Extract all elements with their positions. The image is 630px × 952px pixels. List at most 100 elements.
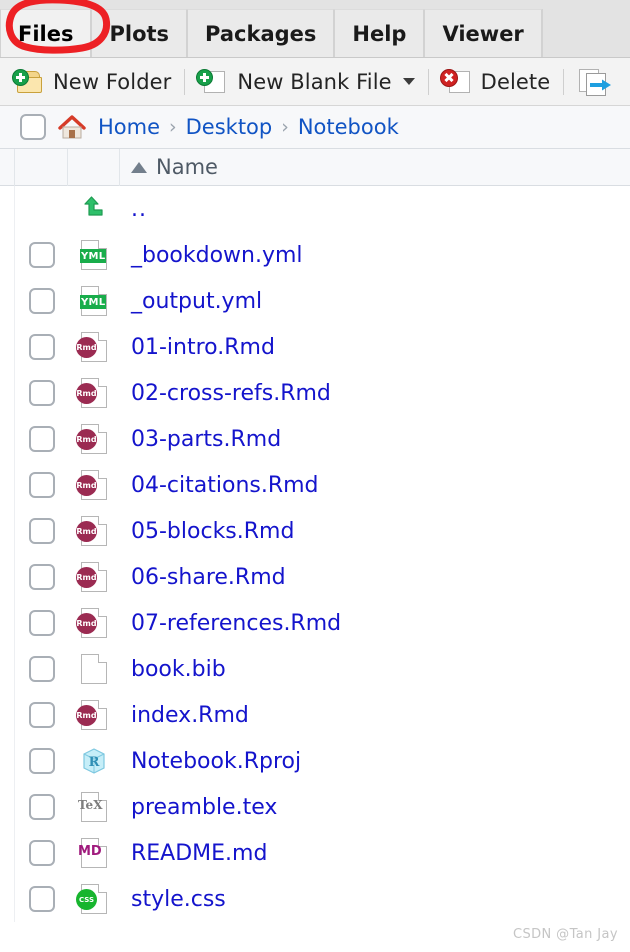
- rename-move-button[interactable]: [577, 62, 612, 102]
- row-gutter: [0, 876, 15, 922]
- sort-ascending-icon: [131, 161, 147, 173]
- row-checkbox-cell: [15, 830, 68, 876]
- row-checkbox[interactable]: [28, 656, 55, 682]
- row-gutter: [0, 600, 15, 646]
- row-checkbox-cell: [15, 508, 68, 554]
- column-name-label: Name: [156, 155, 218, 179]
- table-row[interactable]: CSS style.css: [0, 876, 630, 922]
- table-row[interactable]: Rmd 06-share.Rmd: [0, 554, 630, 600]
- file-name-link[interactable]: ..: [120, 197, 630, 222]
- table-row[interactable]: Rmd 02-cross-refs.Rmd: [0, 370, 630, 416]
- css-file-icon: CSS: [76, 884, 107, 914]
- table-row[interactable]: Rmd 04-citations.Rmd: [0, 462, 630, 508]
- row-checkbox-cell: [15, 416, 68, 462]
- file-name-link[interactable]: preamble.tex: [120, 795, 630, 820]
- tab-packages[interactable]: Packages: [187, 9, 335, 57]
- file-name-link[interactable]: 03-parts.Rmd: [120, 427, 630, 452]
- file-name-link[interactable]: _bookdown.yml: [120, 243, 630, 268]
- row-checkbox[interactable]: [28, 794, 55, 820]
- new-folder-button[interactable]: New Folder: [12, 62, 172, 102]
- row-icon-cell: Rmd: [68, 692, 120, 738]
- chevron-down-icon[interactable]: [402, 78, 415, 85]
- breadcrumb-item-home[interactable]: Home: [98, 115, 160, 139]
- row-icon-cell: R: [68, 738, 120, 784]
- file-type-badge: Rmd: [76, 521, 97, 542]
- file-type-badge: YML: [80, 249, 107, 263]
- row-icon-cell: Rmd: [68, 554, 120, 600]
- table-row[interactable]: YML _bookdown.yml: [0, 232, 630, 278]
- file-name-link[interactable]: style.css: [120, 887, 630, 912]
- row-checkbox-cell: [15, 232, 68, 278]
- row-gutter: [0, 416, 15, 462]
- yml-file-icon: YML: [80, 240, 107, 270]
- new-blank-file-button[interactable]: New Blank File: [196, 62, 415, 102]
- row-checkbox[interactable]: [28, 334, 55, 360]
- table-row[interactable]: TeX preamble.tex: [0, 784, 630, 830]
- row-checkbox[interactable]: [28, 472, 55, 498]
- row-checkbox-cell: [15, 186, 68, 232]
- row-checkbox[interactable]: [28, 702, 55, 728]
- breadcrumb-item-desktop[interactable]: Desktop: [186, 115, 273, 139]
- rmd-file-icon: Rmd: [76, 424, 107, 454]
- file-name-link[interactable]: 01-intro.Rmd: [120, 335, 630, 360]
- tab-label: Packages: [205, 21, 317, 46]
- new-folder-label: New Folder: [53, 69, 172, 94]
- table-row[interactable]: Rmd 07-references.Rmd: [0, 600, 630, 646]
- row-checkbox[interactable]: [28, 748, 55, 774]
- file-name-link[interactable]: _output.yml: [120, 289, 630, 314]
- file-name-link[interactable]: 05-blocks.Rmd: [120, 519, 630, 544]
- breadcrumb-separator: ›: [169, 116, 177, 138]
- table-row[interactable]: MD README.md: [0, 830, 630, 876]
- table-row[interactable]: YML _output.yml: [0, 278, 630, 324]
- row-gutter: [0, 462, 15, 508]
- home-icon[interactable]: [57, 114, 87, 140]
- file-name-link[interactable]: 04-citations.Rmd: [120, 473, 630, 498]
- file-type-badge: YML: [80, 295, 107, 309]
- row-gutter: [0, 508, 15, 554]
- file-list-column-header: Name: [0, 148, 630, 186]
- tab-files[interactable]: Files: [0, 9, 92, 57]
- tab-help[interactable]: Help: [334, 9, 425, 57]
- file-name-link[interactable]: 02-cross-refs.Rmd: [120, 381, 630, 406]
- toolbar-divider-3: [563, 68, 565, 95]
- tab-viewer[interactable]: Viewer: [424, 9, 542, 57]
- row-checkbox-cell: [15, 462, 68, 508]
- row-checkbox[interactable]: [28, 564, 55, 590]
- delete-button[interactable]: Delete: [439, 62, 551, 102]
- row-checkbox[interactable]: [28, 610, 55, 636]
- rmd-file-icon: Rmd: [76, 378, 107, 408]
- row-checkbox[interactable]: [28, 518, 55, 544]
- file-name-link[interactable]: index.Rmd: [120, 703, 630, 728]
- row-checkbox[interactable]: [28, 288, 55, 314]
- file-name-link[interactable]: README.md: [120, 841, 630, 866]
- file-name-link[interactable]: 07-references.Rmd: [120, 611, 630, 636]
- file-name-link[interactable]: 06-share.Rmd: [120, 565, 630, 590]
- row-checkbox-cell: [15, 324, 68, 370]
- table-row[interactable]: Rmd 03-parts.Rmd: [0, 416, 630, 462]
- row-checkbox[interactable]: [28, 242, 55, 268]
- table-row[interactable]: Rmd index.Rmd: [0, 692, 630, 738]
- panel-tabbar: Files Plots Packages Help Viewer: [0, 0, 630, 58]
- file-name-link[interactable]: Notebook.Rproj: [120, 749, 630, 774]
- watermark: CSDN @Tan Jay: [512, 927, 618, 942]
- row-gutter: [0, 692, 15, 738]
- table-row[interactable]: R Notebook.Rproj: [0, 738, 630, 784]
- table-row[interactable]: book.bib: [0, 646, 630, 692]
- table-row[interactable]: ..: [0, 186, 630, 232]
- column-name-header[interactable]: Name: [120, 149, 630, 186]
- row-checkbox[interactable]: [28, 840, 55, 866]
- tab-plots[interactable]: Plots: [91, 9, 188, 57]
- row-checkbox-cell: [15, 370, 68, 416]
- file-name-link[interactable]: book.bib: [120, 657, 630, 682]
- tex-file-icon: TeX: [78, 792, 107, 822]
- select-all-checkbox[interactable]: [20, 114, 46, 140]
- table-row[interactable]: Rmd 05-blocks.Rmd: [0, 508, 630, 554]
- row-icon-cell: [68, 186, 120, 232]
- breadcrumb-item-notebook[interactable]: Notebook: [298, 115, 399, 139]
- row-checkbox[interactable]: [28, 426, 55, 452]
- path-breadcrumb-bar: Home › Desktop › Notebook: [0, 106, 630, 149]
- row-checkbox[interactable]: [28, 380, 55, 406]
- table-row[interactable]: Rmd 01-intro.Rmd: [0, 324, 630, 370]
- file-type-badge: Rmd: [76, 383, 97, 404]
- row-checkbox[interactable]: [28, 886, 55, 912]
